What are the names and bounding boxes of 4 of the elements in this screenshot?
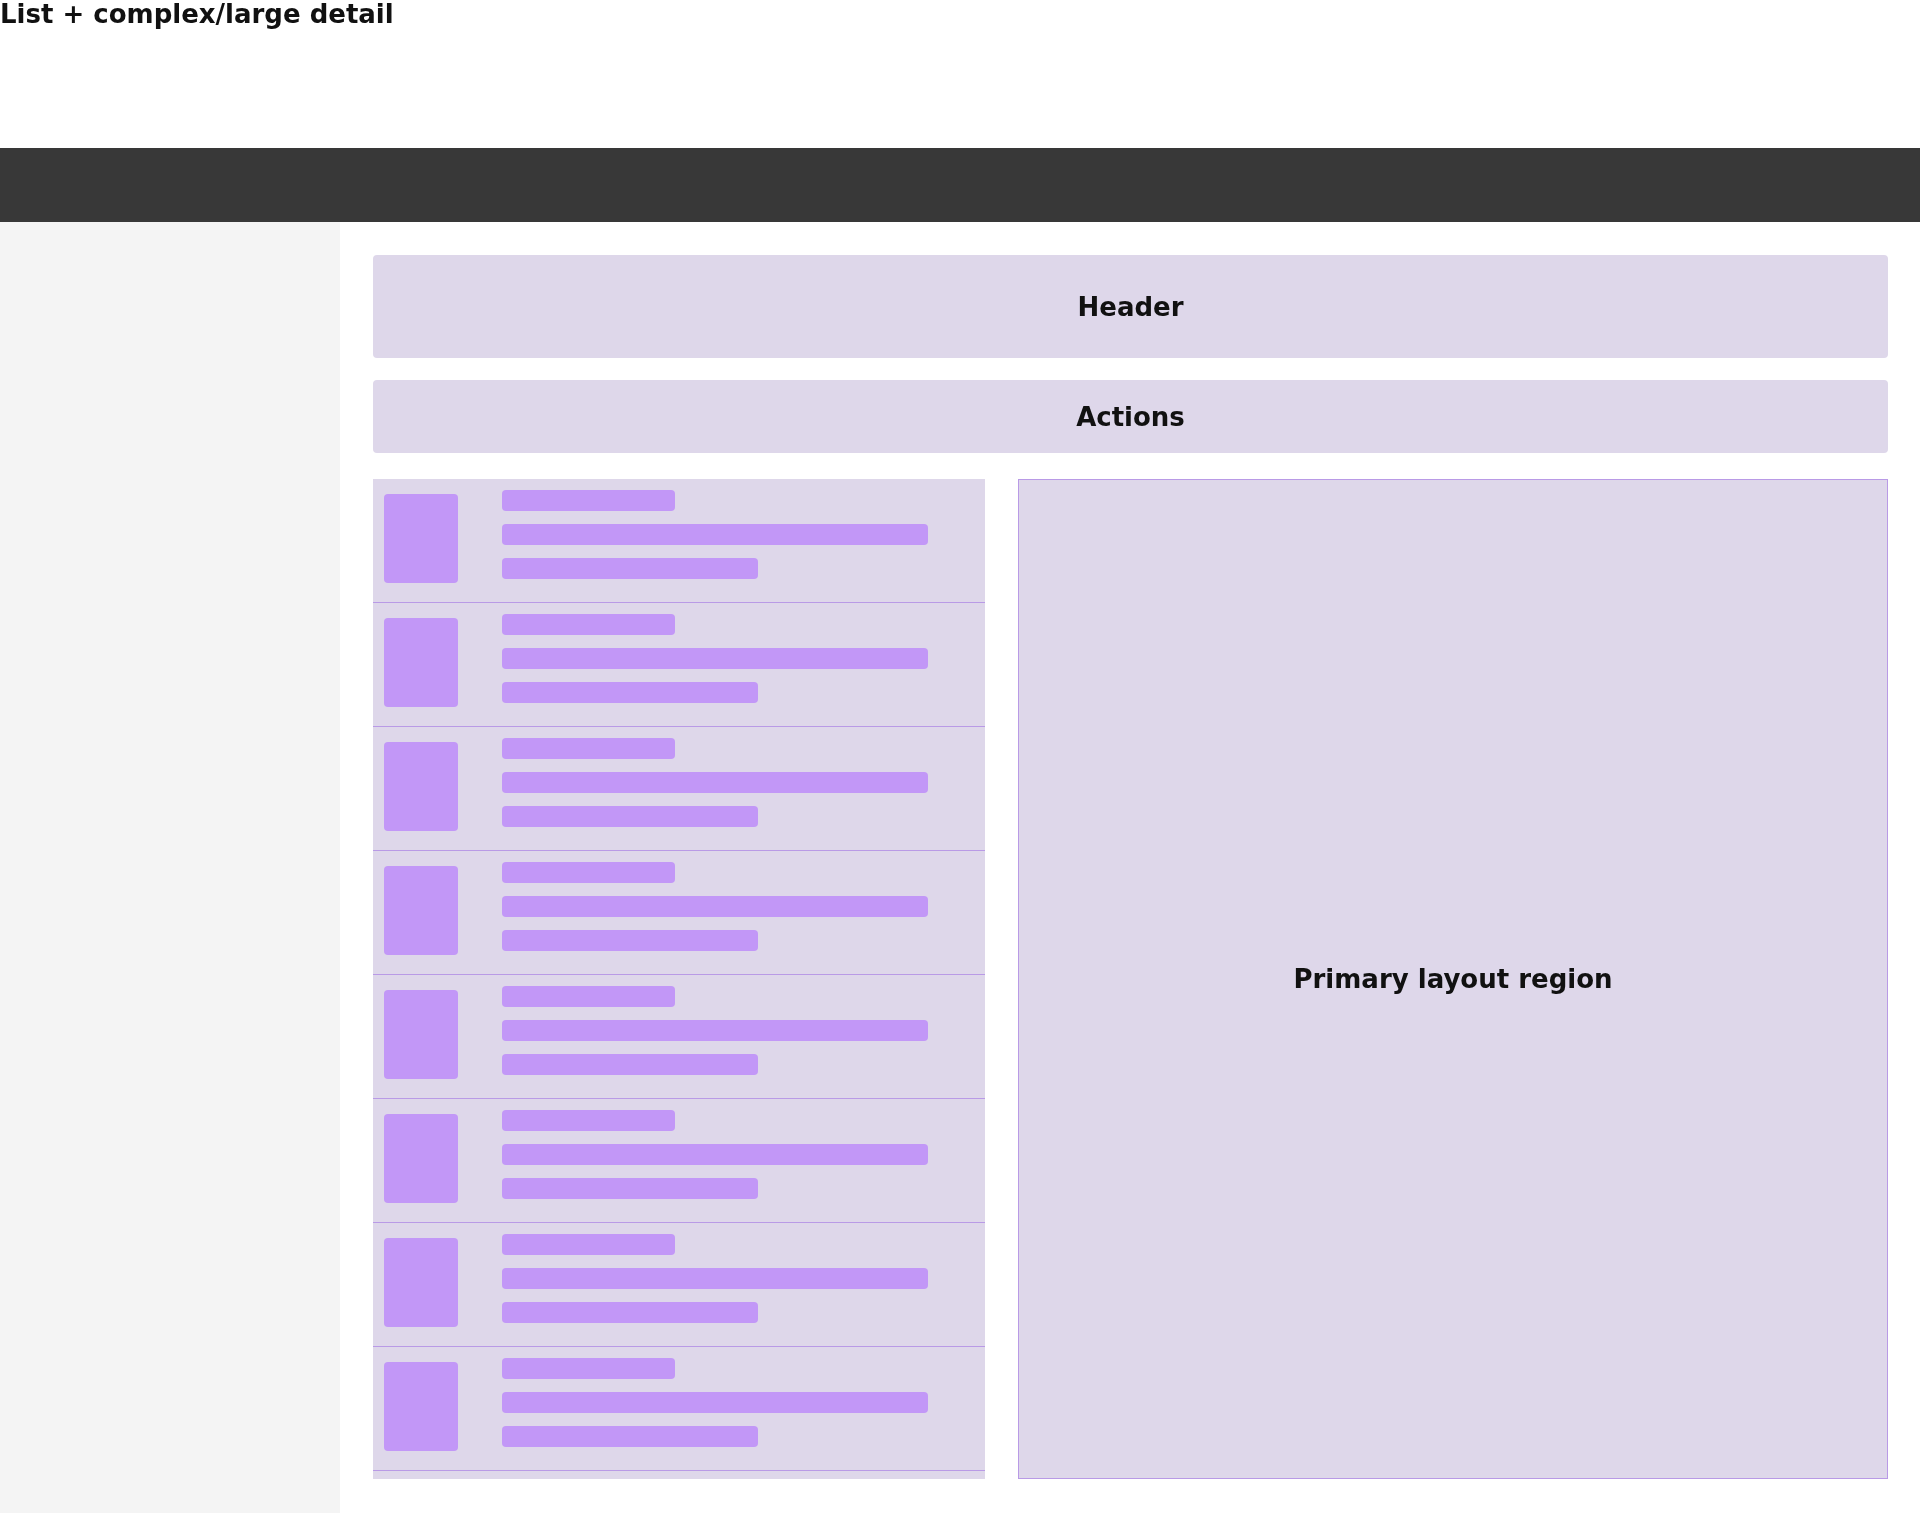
region-label: Primary layout region [1293,964,1613,994]
region-label: Actions [1076,401,1185,432]
page-title: List + complex/large detail [0,0,394,29]
region-label: Header [1077,291,1184,322]
